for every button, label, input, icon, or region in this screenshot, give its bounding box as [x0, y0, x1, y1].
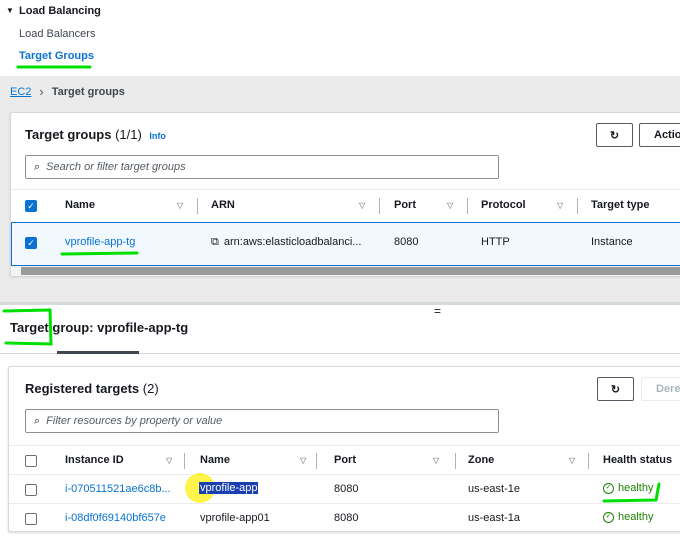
column-header-name[interactable]: Name [200, 454, 230, 466]
protocol-value: HTTP [481, 236, 510, 248]
table-header: ✓ Name ▽ ARN ▽ Port ▽ Protocol ▽ Target … [11, 189, 680, 221]
row-checkbox[interactable] [25, 513, 37, 525]
panel-count: (1/1) [115, 127, 142, 142]
column-header-health-status[interactable]: Health status [603, 454, 672, 466]
deregister-button[interactable]: Dere [641, 377, 680, 401]
search-icon: ⌕ [34, 414, 41, 427]
refresh-icon: ↻ [609, 129, 620, 142]
row-checkbox[interactable] [25, 484, 37, 496]
column-header-target-type[interactable]: Target type [591, 199, 649, 211]
health-label: healthy [618, 482, 654, 494]
instance-id-link[interactable]: i-08df0f69140bf657e [65, 512, 166, 524]
check-circle-icon: ✓ [603, 482, 614, 494]
arn-value: arn:aws:elasticloadbalanci... [223, 236, 362, 248]
refresh-button[interactable]: ↻ [597, 377, 634, 401]
port-value: 8080 [334, 483, 359, 495]
health-label: healthy [618, 511, 654, 523]
target-groups-panel: Target groups (1/1) Info ↻ Actions ⌕ Sea… [10, 112, 680, 276]
registered-title: Registered targets [25, 381, 140, 396]
chevron-right-icon: › [39, 84, 44, 99]
table-header: Instance ID ▽ Name ▽ Port ▽ Zone ▽ Healt… [9, 445, 680, 475]
sort-icon[interactable]: ▽ [177, 201, 183, 210]
search-icon: ⌕ [34, 160, 41, 173]
table-row[interactable]: ✓ vprofile-app-tg ⧉ arn:aws:elasticloadb… [11, 222, 680, 266]
table-row[interactable]: i-08df0f69140bf657e vprofile-app01 8080 … [9, 504, 680, 532]
column-header-zone[interactable]: Zone [468, 454, 494, 466]
filter-targets-input[interactable]: ⌕ Filter resources by property or value [25, 409, 499, 433]
target-type-value: Instance [591, 236, 633, 248]
sort-icon[interactable]: ▽ [557, 201, 563, 210]
sort-icon[interactable]: ▽ [359, 201, 365, 210]
sidebar-item-target-groups[interactable]: Target Groups [19, 50, 94, 62]
sidebar-item-load-balancers[interactable]: Load Balancers [19, 28, 95, 40]
search-target-groups-input[interactable]: ⌕ Search or filter target groups [25, 155, 499, 179]
column-header-protocol[interactable]: Protocol [481, 199, 526, 211]
details-title: Target group: vprofile-app-tg [10, 320, 189, 335]
zone-value: us-east-1a [468, 512, 520, 524]
active-tab-indicator [57, 351, 139, 354]
column-divider[interactable] [577, 198, 578, 214]
horizontal-scrollbar[interactable] [11, 266, 680, 276]
refresh-button[interactable]: ↻ [596, 123, 633, 147]
column-header-instance-id[interactable]: Instance ID [65, 454, 124, 466]
column-divider[interactable] [197, 198, 198, 214]
sort-icon[interactable]: ▽ [433, 456, 439, 465]
sort-icon[interactable]: ▽ [300, 456, 306, 465]
column-header-name[interactable]: Name [65, 199, 95, 211]
health-status: ✓ healthy [603, 482, 653, 494]
copy-icon[interactable]: ⧉ [211, 236, 219, 249]
refresh-icon: ↻ [610, 383, 621, 396]
instance-id-link[interactable]: i-070511521ae6c8b... [65, 483, 171, 495]
actions-button[interactable]: Actions [639, 123, 680, 147]
column-divider[interactable] [316, 453, 317, 469]
column-divider[interactable] [455, 453, 456, 469]
column-header-arn[interactable]: ARN [211, 199, 235, 211]
sort-icon[interactable]: ▽ [166, 456, 172, 465]
caret-down-icon[interactable]: ▼ [6, 6, 14, 15]
sidebar-section-load-balancing[interactable]: Load Balancing [19, 5, 101, 17]
column-divider[interactable] [184, 453, 185, 469]
column-header-port[interactable]: Port [394, 199, 416, 211]
sort-icon[interactable]: ▽ [569, 456, 575, 465]
check-circle-icon: ✓ [603, 511, 614, 523]
column-header-port[interactable]: Port [334, 454, 356, 466]
registered-targets-panel: Registered targets (2) ↻ Dere ⌕ Filter r… [8, 366, 680, 532]
port-value: 8080 [334, 512, 359, 524]
info-link[interactable]: Info [149, 131, 166, 141]
sidebar: ▼ Load Balancing Load Balancers Target G… [0, 0, 680, 76]
panel-title: Target groups [25, 127, 112, 142]
table-row[interactable]: i-070511521ae6c8b... vprofile-app 8080 u… [9, 473, 680, 504]
column-divider[interactable] [588, 453, 589, 469]
split-panel-divider[interactable] [0, 302, 680, 305]
drag-handle-icon[interactable]: = [434, 304, 441, 318]
scrollbar-thumb[interactable] [21, 267, 680, 275]
select-all-checkbox[interactable]: ✓ [25, 200, 37, 212]
breadcrumb-current: Target groups [51, 85, 125, 98]
sort-icon[interactable]: ▽ [447, 201, 453, 210]
registered-count: (2) [142, 381, 159, 396]
column-divider[interactable] [379, 198, 380, 214]
instance-name-selected: vprofile-app [199, 482, 259, 494]
breadcrumb-ec2[interactable]: EC2 [10, 86, 31, 98]
select-all-checkbox[interactable] [25, 455, 37, 467]
column-divider[interactable] [467, 198, 468, 214]
health-status: ✓ healthy [603, 511, 653, 523]
row-checkbox[interactable]: ✓ [25, 237, 37, 249]
instance-name: vprofile-app01 [200, 512, 270, 524]
port-value: 8080 [394, 236, 419, 248]
target-group-name-link[interactable]: vprofile-app-tg [65, 236, 135, 248]
zone-value: us-east-1e [468, 483, 520, 495]
